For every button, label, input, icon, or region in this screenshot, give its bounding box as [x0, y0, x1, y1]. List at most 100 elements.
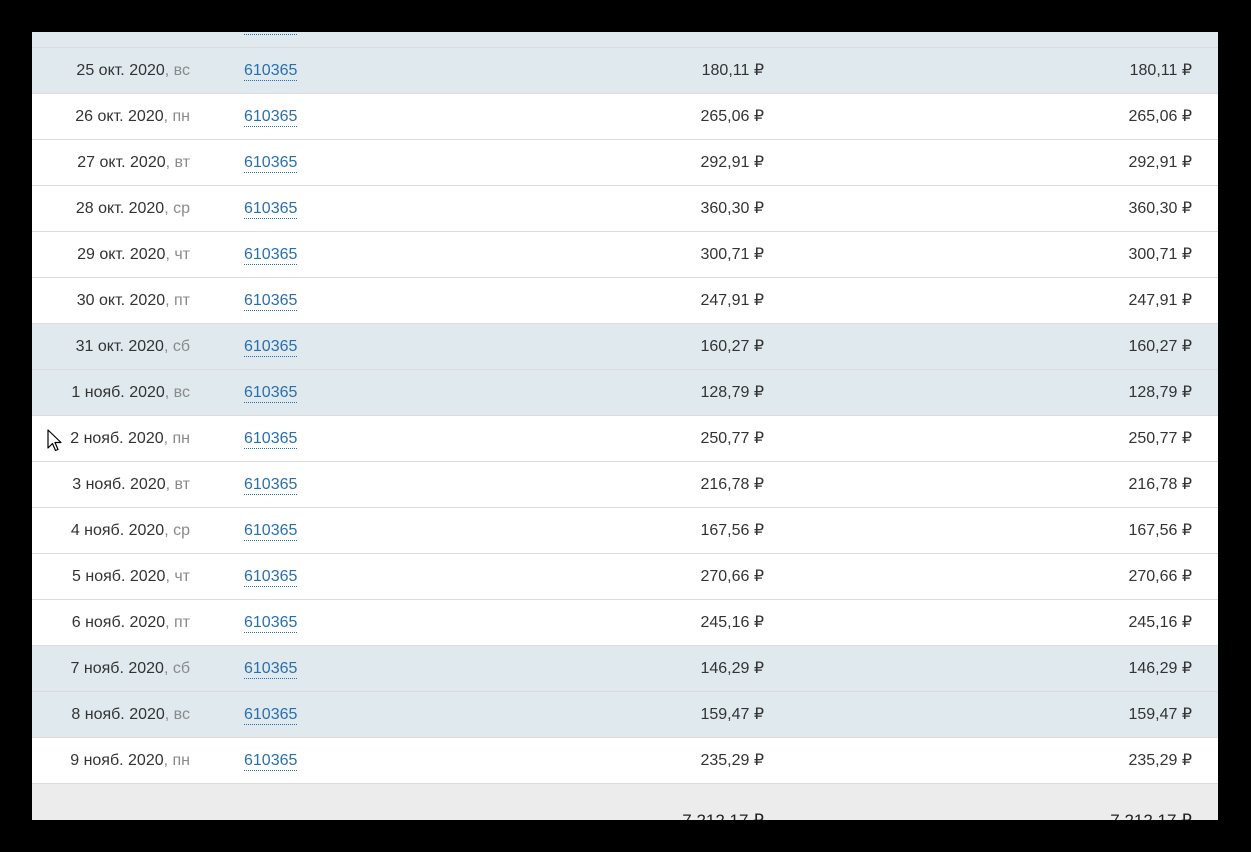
amount-cell-2: 160,27 ₽	[1128, 338, 1192, 355]
id-cell: 610365	[244, 370, 298, 415]
id-link[interactable]: 610365	[244, 614, 298, 633]
table-row: 2 нояб. 2020, пн 610365 250,77 ₽ 250,77 ₽	[32, 416, 1218, 462]
id-link[interactable]: 610365	[244, 522, 298, 541]
table-row: 28 окт. 2020, ср 610365 360,30 ₽ 360,30 ₽	[32, 186, 1218, 232]
amount-cell: 300,71 ₽	[700, 246, 764, 263]
id-cell: 610365	[244, 140, 298, 185]
id-link[interactable]: 610365	[244, 706, 298, 725]
weekday-label: пн	[172, 430, 191, 447]
date-text: 5 нояб. 2020	[72, 568, 166, 585]
table-body: 24 окт. 2020, сб610365206,33 ₽206,33 ₽25…	[32, 32, 1218, 784]
weekday-label: чт	[174, 568, 190, 585]
total-amount-2: 7 212,17 ₽	[932, 798, 1192, 820]
id-cell: 610365	[244, 186, 298, 231]
table-row: 3 нояб. 2020, вт 610365 216,78 ₽ 216,78 ₽	[32, 462, 1218, 508]
amount-cell-2: 146,29 ₽	[1128, 660, 1192, 677]
table-row: 24 окт. 2020, сб 610365 206,33 ₽ 206,33 ₽	[32, 32, 1218, 48]
date-cell: 30 окт. 2020, пт	[32, 278, 190, 323]
amount-cell-2: 235,29 ₽	[1128, 752, 1192, 769]
date-separator: ,	[165, 476, 175, 493]
amount-cell-2: 292,91 ₽	[1128, 154, 1192, 171]
weekday-label: пт	[174, 292, 190, 309]
weekday-label: сб	[172, 660, 190, 677]
date-text: 9 нояб. 2020	[70, 752, 164, 769]
amount-cell-2: 128,79 ₽	[1128, 384, 1192, 401]
date-text: 31 окт. 2020	[75, 338, 164, 355]
amount-cell: 216,78 ₽	[700, 476, 764, 493]
amount-cell: 128,79 ₽	[700, 384, 764, 401]
date-cell: 27 окт. 2020, вт	[32, 140, 190, 185]
amount-cell: 235,29 ₽	[700, 752, 764, 769]
date-text: 25 окт. 2020	[76, 62, 165, 79]
date-cell: 3 нояб. 2020, вт	[32, 462, 190, 507]
id-link[interactable]: 610365	[244, 476, 298, 495]
amount-cell: 270,66 ₽	[700, 568, 764, 585]
date-separator: ,	[164, 522, 174, 539]
date-text: 28 окт. 2020	[75, 200, 165, 217]
amount-cell-2: 247,91 ₽	[1128, 292, 1192, 309]
amount-cell-2: 250,77 ₽	[1128, 430, 1192, 447]
date-cell: 9 нояб. 2020, пн	[32, 738, 190, 783]
id-link[interactable]: 610365	[244, 32, 298, 35]
id-cell: 610365	[244, 692, 298, 737]
id-cell: 610365	[244, 416, 298, 461]
id-cell: 610365	[244, 32, 298, 47]
table-row: 26 окт. 2020, пн 610365 265,06 ₽ 265,06 ₽	[32, 94, 1218, 140]
date-separator: ,	[163, 338, 173, 355]
table-row: 25 окт. 2020, вс 610365 180,11 ₽ 180,11 ₽	[32, 48, 1218, 94]
weekday-label: сб	[172, 338, 190, 355]
id-link[interactable]: 610365	[244, 430, 298, 449]
date-cell: 5 нояб. 2020, чт	[32, 554, 190, 599]
amount-cell: 206,33 ₽	[532, 32, 764, 47]
date-text: 2 нояб. 2020	[70, 430, 164, 447]
date-text: 26 окт. 2020	[75, 108, 164, 125]
id-link[interactable]: 610365	[244, 384, 298, 403]
total-amount: 7 212,17 ₽	[532, 798, 764, 820]
date-separator: ,	[164, 32, 173, 33]
id-link[interactable]: 610365	[244, 338, 298, 357]
report-table-viewport: 24 окт. 2020, сб610365206,33 ₽206,33 ₽25…	[32, 32, 1218, 820]
date-separator: ,	[163, 660, 173, 677]
amount-cell-2: 245,16 ₽	[1128, 614, 1192, 631]
id-link[interactable]: 610365	[244, 292, 298, 311]
date-text: 27 окт. 2020	[77, 154, 166, 171]
table-row: 31 окт. 2020, сб 610365 160,27 ₽ 160,27 ₽	[32, 324, 1218, 370]
date-text: 7 нояб. 2020	[70, 660, 164, 677]
daily-report-table: 24 окт. 2020, сб610365206,33 ₽206,33 ₽25…	[32, 32, 1218, 820]
date-separator: ,	[164, 384, 174, 401]
id-cell: 610365	[244, 646, 298, 691]
amount-cell-2: 167,56 ₽	[1128, 522, 1192, 539]
weekday-label: вт	[174, 154, 190, 171]
table-row: 1 нояб. 2020, вс 610365 128,79 ₽ 128,79 ₽	[32, 370, 1218, 416]
date-text: 8 нояб. 2020	[71, 706, 165, 723]
date-cell: 24 окт. 2020, сб	[32, 32, 190, 47]
date-separator: ,	[164, 706, 174, 723]
id-link[interactable]: 610365	[244, 246, 298, 265]
id-link[interactable]: 610365	[244, 154, 298, 173]
id-link[interactable]: 610365	[244, 568, 298, 587]
weekday-label: вс	[173, 384, 190, 401]
table-row: 8 нояб. 2020, вс 610365 159,47 ₽ 159,47 ₽	[32, 692, 1218, 738]
id-link[interactable]: 610365	[244, 752, 298, 771]
id-cell: 610365	[244, 600, 298, 645]
id-cell: 610365	[244, 48, 298, 93]
date-separator: ,	[164, 200, 174, 217]
date-separator: ,	[163, 752, 173, 769]
weekday-label: вт	[174, 476, 190, 493]
date-cell: 26 окт. 2020, пн	[32, 94, 190, 139]
amount-cell-2: 265,06 ₽	[1128, 108, 1192, 125]
id-link[interactable]: 610365	[244, 660, 298, 679]
amount-cell-2: 180,11 ₽	[1129, 62, 1192, 79]
date-separator: ,	[163, 430, 173, 447]
id-link[interactable]: 610365	[244, 108, 298, 127]
weekday-label: чт	[174, 246, 190, 263]
id-link[interactable]: 610365	[244, 62, 298, 81]
weekday-label: вс	[173, 62, 190, 79]
date-cell: 28 окт. 2020, ср	[32, 186, 190, 231]
date-cell: 6 нояб. 2020, пт	[32, 600, 190, 645]
date-cell: 29 окт. 2020, чт	[32, 232, 190, 277]
id-cell: 610365	[244, 232, 298, 277]
id-cell: 610365	[244, 94, 298, 139]
id-link[interactable]: 610365	[244, 200, 298, 219]
date-text: 29 окт. 2020	[77, 246, 166, 263]
